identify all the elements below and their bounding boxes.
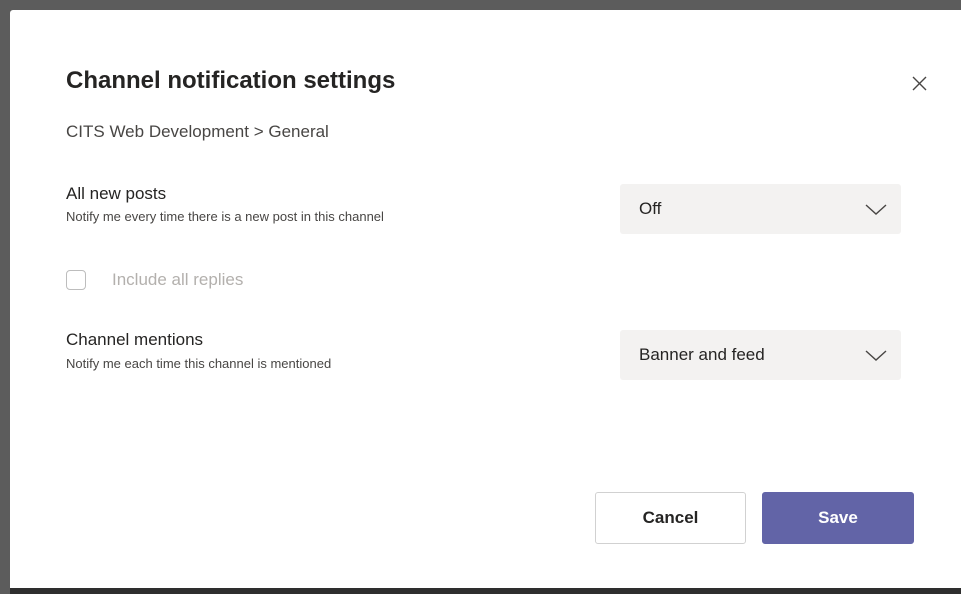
all-new-posts-dropdown[interactable]: Off [620,184,901,234]
chevron-down-icon [865,199,887,219]
include-replies-checkbox[interactable] [66,270,86,290]
channel-mentions-label: Channel mentions [66,330,204,349]
notification-settings-dialog: Channel notification settings CITS Web D… [10,10,961,594]
all-new-posts-label: All new posts [66,184,167,203]
all-new-posts-selected-value: Off [639,199,662,218]
close-icon[interactable] [908,72,932,96]
bottom-edge [10,588,961,594]
channel-mentions-dropdown[interactable]: Banner and feed [620,330,901,380]
save-button[interactable]: Save [762,492,914,544]
all-new-posts-description: Notify me every time there is a new post… [66,209,384,224]
dialog-title: Channel notification settings [66,67,396,94]
channel-breadcrumb: CITS Web Development > General [66,122,329,141]
channel-mentions-selected-value: Banner and feed [639,345,765,364]
include-replies-label: Include all replies [112,270,244,289]
include-replies-row[interactable]: Include all replies [66,268,243,292]
cancel-button[interactable]: Cancel [595,492,746,544]
channel-mentions-description: Notify me each time this channel is ment… [66,356,332,371]
chevron-down-icon [865,345,887,365]
